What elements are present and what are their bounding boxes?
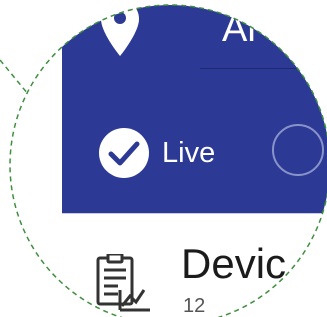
report-chart-icon	[96, 254, 150, 312]
radio-ring-icon[interactable]	[272, 124, 324, 176]
header-divider	[200, 68, 327, 69]
live-label: Live	[162, 136, 216, 169]
map-pin-icon[interactable]	[101, 0, 139, 56]
zoomed-screenshot: Al Live Devic 12	[0, 0, 327, 317]
list-item-title: Devic	[181, 243, 287, 285]
list-divider	[62, 213, 327, 214]
list-item-subtitle: 12	[183, 296, 206, 316]
check-circle-icon	[99, 128, 149, 178]
header-title: Al	[222, 10, 256, 48]
live-toggle[interactable]: Live	[98, 127, 215, 179]
